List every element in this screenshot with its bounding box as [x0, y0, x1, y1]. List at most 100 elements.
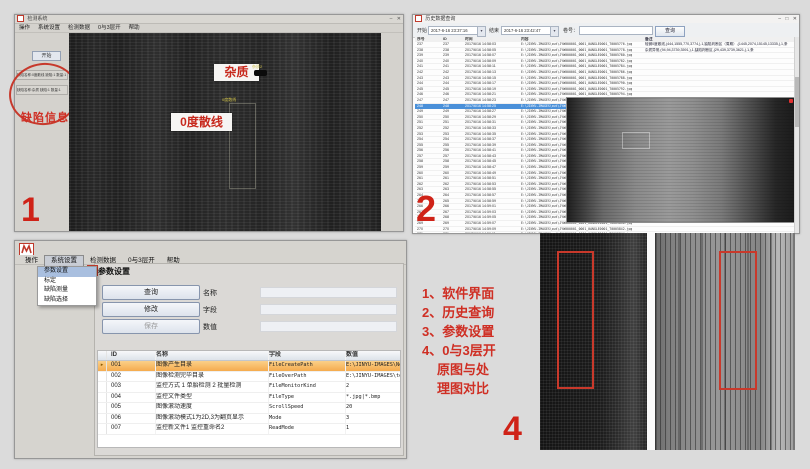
cell: 2017/6/16 14:58:09	[465, 59, 521, 64]
end-dropdown-icon[interactable]: ▾	[550, 26, 559, 37]
close-icon[interactable]: ✕	[397, 16, 401, 22]
params-table-row[interactable]: ▸001图像产生目录FileCreatePathE:\JINYU-IMAGES\…	[98, 361, 400, 372]
cell: 2017/6/16 14:58:53	[465, 182, 521, 187]
note-line: 2、历史查询	[422, 303, 540, 322]
cell: 252	[415, 126, 443, 131]
name-input[interactable]	[260, 287, 397, 298]
value-input[interactable]	[260, 321, 397, 332]
params-table-row[interactable]: 006图像滚动模式1为2D,3为翻页显示Mode3	[98, 414, 400, 425]
params-table-header: ID 名称 字段 数值	[98, 351, 400, 361]
minimize-icon[interactable]: –	[390, 16, 393, 22]
cell: 250	[415, 115, 443, 120]
cell: 258	[415, 159, 443, 164]
name-label: 名称	[203, 288, 217, 298]
vertical-scrollbar[interactable]	[794, 37, 799, 233]
note-line: 1、软件界面	[422, 284, 540, 303]
cell: FileType	[269, 393, 346, 403]
dropdown-menu-item[interactable]: 参数设置	[38, 267, 96, 277]
cell: 267	[443, 210, 465, 215]
scrollbar-thumb[interactable]	[795, 77, 799, 127]
cell: 2017/6/16 14:58:57	[465, 193, 521, 198]
cell: 2017/6/16 14:58:49	[465, 171, 521, 176]
menu-item[interactable]: 0与3层开	[94, 24, 125, 32]
cell: 271	[443, 232, 465, 233]
cell: 237	[415, 42, 443, 47]
cell: 3	[346, 414, 400, 424]
defect-info-annotation: 缺陷信息	[21, 109, 69, 125]
cell: FileCreatePath	[269, 361, 346, 371]
params-table-row[interactable]: 004监控文件类型FileType*.jpg|*.bmp	[98, 393, 400, 404]
cell: 246	[443, 92, 465, 97]
cell	[98, 414, 107, 424]
defect-highlight-rect	[719, 251, 757, 390]
cell: 图像滚动模式1为2D,3为翻页显示	[156, 414, 269, 424]
dropdown-menu-item[interactable]: 标定	[38, 277, 96, 287]
cell: 257	[415, 154, 443, 159]
menu-item[interactable]: 系统设置	[34, 24, 64, 32]
start-button[interactable]: 开始	[32, 51, 61, 61]
menu-item[interactable]: 帮助	[125, 24, 144, 32]
cell: 2017/6/16 14:58:51	[465, 176, 521, 181]
roll-number-input[interactable]	[579, 26, 653, 35]
cell: 241	[443, 64, 465, 69]
cell: 259	[415, 165, 443, 170]
query-button[interactable]: 查询	[655, 26, 685, 37]
panel1-menubar: 操作系统设置检测数据0与3层开帮助	[15, 24, 403, 33]
cell: 2017/6/16 14:58:19	[465, 87, 521, 92]
cell: 2017/6/16 14:58:21	[465, 92, 521, 97]
params-table-row[interactable]: 002图像检测完毕目录FileOverPathE:\JINYU-IMAGES\t…	[98, 372, 400, 383]
panel4-number: 4	[503, 412, 522, 446]
cell: 轻微0度散线,(444,1555,770,3774,),1,缺陷判断区（周期）,…	[645, 42, 795, 47]
maximize-icon[interactable]: □	[785, 16, 788, 22]
dialog-title: 参数设置	[98, 266, 130, 277]
minimize-icon[interactable]: –	[778, 16, 781, 22]
menu-item[interactable]: 操作	[15, 24, 34, 32]
cell: 监控方式 1 单胎检测 2 批量检测	[156, 382, 269, 392]
cell: 256	[443, 148, 465, 153]
menu-item[interactable]: 检测数据	[64, 24, 94, 32]
field-input[interactable]	[260, 304, 397, 315]
row-marker-col	[98, 351, 107, 360]
cell: 图像滚动速度	[156, 403, 269, 413]
cell: 2	[346, 382, 400, 392]
cell: 图像检测完毕目录	[156, 372, 269, 382]
cell: 2017/6/16 14:58:29	[465, 115, 521, 120]
params-table-row[interactable]: 007监控新文件1 监控重命名2ReadMode1	[98, 424, 400, 435]
cell: 271	[415, 232, 443, 233]
save-button[interactable]: 保存	[102, 319, 200, 334]
cell: 256	[415, 148, 443, 153]
original-image	[540, 233, 647, 450]
cell: FileOverPath	[269, 372, 346, 382]
close-icon[interactable]	[789, 99, 793, 103]
note-line: 理图对比	[422, 379, 540, 398]
cell: 2017/6/16 14:58:41	[465, 148, 521, 153]
start-dropdown-icon[interactable]: ▾	[477, 26, 486, 37]
cell: 2017/6/16 14:59:09	[465, 227, 521, 232]
close-icon[interactable]: ✕	[793, 16, 797, 22]
dropdown-menu-item[interactable]: 缺陷选择	[38, 296, 96, 306]
cell: E:\JINYU-IMAGES\out\JYW000001_0001_0ANGL…	[521, 227, 645, 232]
query-button[interactable]: 查询	[102, 285, 200, 300]
xray-scan-image: 杂质 杂质2 0度散线 0度散线	[69, 33, 381, 231]
cell: 2017/6/16 14:58:39	[465, 143, 521, 148]
defect-highlight-rect	[557, 251, 594, 389]
params-table-row[interactable]: 005图像滚动速度ScrollSpeed20	[98, 403, 400, 414]
cell	[645, 64, 795, 69]
window-title: 历史数据查询	[425, 16, 455, 22]
cell	[98, 424, 107, 434]
cell	[98, 372, 107, 382]
cell: 1	[346, 424, 400, 434]
start-datetime-field[interactable]: 2017-6-16 23:37:16	[428, 26, 480, 35]
end-datetime-field[interactable]: 2017-6-16 23:42:47	[501, 26, 553, 35]
dropdown-menu-item[interactable]: 缺陷测量	[38, 286, 96, 296]
cell: 249	[415, 109, 443, 114]
impurity-blob	[254, 70, 267, 76]
params-table-row[interactable]: 003监控方式 1 单胎检测 2 批量检测FileMonitorKind2	[98, 382, 400, 393]
cell	[645, 87, 795, 92]
start-label: 开始	[417, 27, 427, 34]
defect-region-outline	[622, 132, 650, 149]
modify-button[interactable]: 修改	[102, 302, 200, 317]
menu-item[interactable]: 操作	[19, 256, 44, 266]
window-controls: – □ ✕	[775, 15, 797, 23]
cell: 图像产生目录	[156, 361, 269, 371]
